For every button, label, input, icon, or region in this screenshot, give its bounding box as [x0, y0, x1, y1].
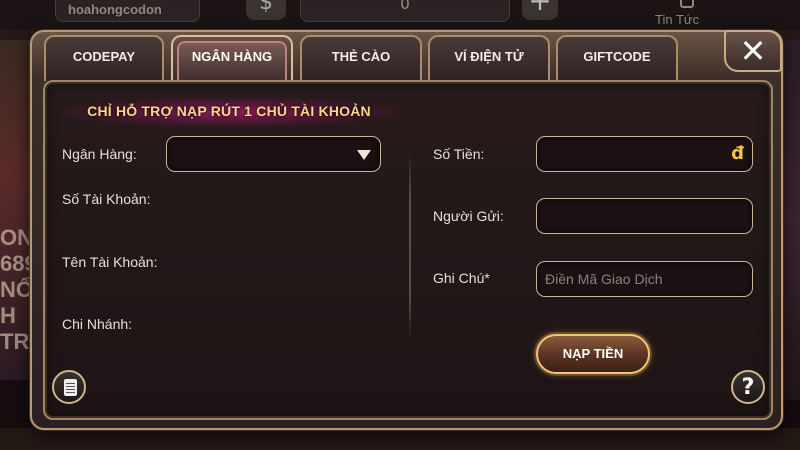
- tab-giftcode[interactable]: GIFTCODE: [556, 35, 678, 81]
- balance-display: 0: [300, 0, 510, 22]
- add-funds-button[interactable]: +: [522, 0, 558, 20]
- account-name-label: Tên Tài Khoản:: [62, 254, 158, 270]
- bank-deposit-panel: [43, 80, 773, 420]
- tab-label: THẺ CÀO: [331, 49, 391, 64]
- transaction-history-button[interactable]: [52, 370, 86, 404]
- amount-input[interactable]: đ: [536, 136, 753, 172]
- tab-label: NGÂN HÀNG: [191, 49, 273, 64]
- currency-symbol: đ: [731, 143, 744, 164]
- note-label: Ghi Chú*: [433, 270, 490, 286]
- help-button[interactable]: ?: [731, 370, 765, 404]
- notice-banner: CHỈ HỖ TRỢ NẠP RÚT 1 CHỦ TÀI KHOẢN: [60, 97, 398, 127]
- account-number-label: Số Tài Khoản:: [62, 191, 151, 207]
- background-banner-text: ONG 689 NỔ H TR: [0, 225, 30, 354]
- dropdown-caret-icon: [357, 150, 371, 160]
- tab-label: GIFTCODE: [583, 49, 651, 64]
- tab-label: VÍ ĐIỆN TỬ: [454, 49, 524, 64]
- sender-input[interactable]: [536, 198, 753, 234]
- note-placeholder: Điền Mã Giao Dịch: [545, 271, 663, 287]
- deposit-button[interactable]: NẠP TIỀN: [536, 334, 650, 374]
- question-icon: ?: [741, 375, 755, 400]
- notice-text: CHỈ HỖ TRỢ NẠP RÚT 1 CHỦ TÀI KHOẢN: [87, 103, 371, 119]
- tab-label: CODEPAY: [72, 49, 136, 64]
- close-icon: ✕: [739, 32, 767, 70]
- document-icon: [64, 379, 77, 396]
- branch-label: Chi Nhánh:: [62, 316, 133, 332]
- coin-icon: $: [246, 0, 286, 20]
- amount-label: Số Tiền:: [433, 146, 485, 162]
- screen: hoahongcodon $ 0 + Tin Tức ONG 689 NỔ H …: [0, 0, 800, 450]
- bank-label: Ngân Hàng:: [62, 146, 137, 162]
- username-display: hoahongcodon: [55, 0, 200, 22]
- sender-label: Người Gửi:: [433, 208, 504, 224]
- tab-vi-dien-tu[interactable]: VÍ ĐIỆN TỬ: [428, 35, 550, 81]
- background-bottom-bar: [0, 428, 800, 450]
- note-input[interactable]: Điền Mã Giao Dịch: [536, 261, 753, 297]
- tab-codepay[interactable]: CODEPAY: [44, 35, 164, 81]
- news-label[interactable]: Tin Tức: [655, 12, 699, 27]
- tab-ngan-hang[interactable]: NGÂN HÀNG: [171, 35, 293, 81]
- column-divider: [409, 152, 411, 340]
- close-button[interactable]: ✕: [724, 30, 782, 72]
- news-icon: [680, 0, 694, 8]
- tab-the-cao[interactable]: THẺ CÀO: [300, 35, 422, 81]
- bank-select[interactable]: [166, 136, 381, 172]
